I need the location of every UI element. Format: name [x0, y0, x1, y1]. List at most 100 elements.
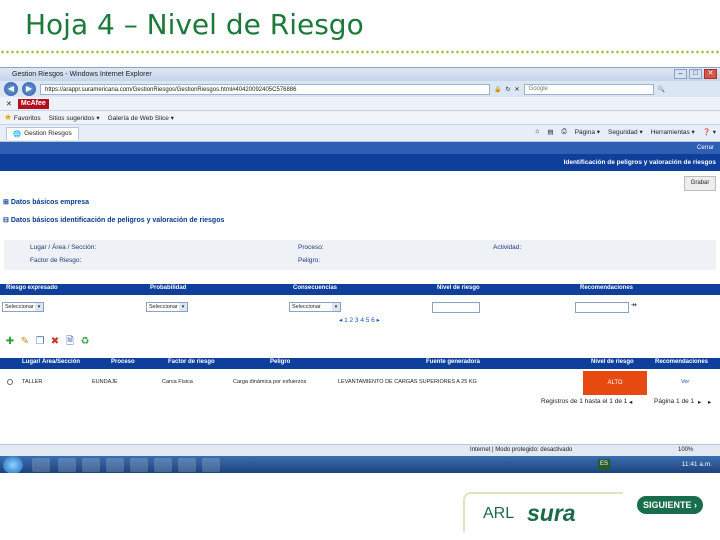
help-menu[interactable]: ❓ ▾ [703, 128, 716, 136]
arrow-icon[interactable]: ⇸ [631, 301, 637, 309]
taskbar-app-icon[interactable] [178, 458, 196, 472]
forward-icon[interactable]: ▶ [22, 82, 36, 96]
taskbar-app-icon[interactable] [154, 458, 172, 472]
url-input[interactable]: https://arappr.suramericana.com/GestionR… [40, 83, 490, 95]
place-label: Lugar / Área / Sección: [30, 244, 97, 251]
suggested-sites-link[interactable]: Sitios sugeridos ▾ [49, 114, 100, 122]
consequences-select[interactable]: Seleccionar ▾ [289, 302, 341, 312]
lock-icon[interactable]: 🔒 [494, 86, 501, 93]
browser-screenshot: Gestion Riesgos - Windows Internet Explo… [0, 67, 720, 473]
document-icon[interactable]: 🗎 [64, 336, 76, 348]
process-label: Proceso: [298, 244, 324, 251]
close-link[interactable]: Cerrar [697, 145, 714, 151]
tab-gestion-riesgos[interactable]: 🌐 Gestion Riesgos [6, 126, 79, 140]
cell-source: LEVANTAMIENTO DE CARGAS SUPERIORES A 25 … [338, 379, 477, 385]
grid-toolbar: ✚ ✎ ❐ ✖ 🗎 ♻ [4, 336, 91, 348]
edit-icon[interactable]: ✎ [19, 336, 31, 348]
taskbar: ES 11:41 a.m. [0, 456, 720, 473]
delete-icon[interactable]: ✖ [49, 336, 61, 348]
start-button[interactable] [3, 456, 23, 473]
recycle-icon[interactable]: ♻ [79, 336, 91, 348]
tools-menu[interactable]: Herramientas ▾ [651, 128, 695, 136]
row-radio[interactable] [7, 379, 13, 385]
command-bar: ⌂ ▤ ⎙ Página ▾ Seguridad ▾ Herramientas … [535, 128, 716, 136]
app-header-title: Identificación de peligros y valoración … [563, 159, 716, 166]
chevron-down-icon: ▾ [179, 303, 187, 311]
language-indicator[interactable]: ES [597, 459, 610, 470]
feeds-icon[interactable]: ▤ [547, 128, 553, 136]
minimize-icon[interactable]: – [674, 69, 687, 79]
window-controls: – □ ✕ [674, 69, 717, 79]
grid-col-risk-level: Nivel de riesgo [591, 359, 634, 365]
info-panel: Lugar / Área / Sección: Proceso: Activid… [4, 240, 716, 270]
star-icon: ★ [4, 112, 13, 122]
expressed-risk-header: Riesgo expresado [6, 285, 58, 291]
section-identification[interactable]: ⊟ Datos básicos identificación de peligr… [3, 216, 224, 224]
page-icon: 🌐 [13, 130, 22, 138]
maximize-icon[interactable]: □ [689, 69, 702, 79]
address-bar: ◀ ▶ https://arappr.suramericana.com/Gest… [0, 81, 720, 97]
probability-select[interactable]: Seleccionar ▾ [146, 302, 188, 312]
search-input[interactable]: Google [523, 83, 654, 95]
cell-process: EUNDAJE [92, 379, 118, 385]
favorites-button[interactable]: ★ Favoritos [4, 112, 41, 123]
grid-col-risk-factor: Factor de riesgo [168, 359, 215, 365]
taskbar-app-icon[interactable] [58, 458, 76, 472]
chevron-down-icon: ▾ [35, 303, 43, 311]
zoom-level[interactable]: 100% [678, 445, 693, 456]
grid-col-danger: Peligro [270, 359, 291, 365]
grid-col-process: Proceso [111, 359, 135, 365]
security-menu[interactable]: Seguridad ▾ [608, 128, 643, 136]
search-icon[interactable]: 🔍 [658, 86, 665, 93]
next-button[interactable]: SIGUIENTE › [637, 496, 703, 514]
cell-recommendations-link[interactable]: Ver [681, 379, 689, 385]
refresh-icon[interactable]: ↻ [505, 86, 510, 93]
chevron-down-icon: ▾ [332, 303, 340, 311]
taskbar-app-icon[interactable] [82, 458, 100, 472]
first-page-icon[interactable]: ◂ [629, 398, 632, 406]
taskbar-app-icon[interactable] [32, 458, 50, 472]
save-button[interactable]: Grabar [684, 176, 716, 191]
next-page-icon[interactable]: ▸ [698, 398, 701, 406]
cell-risk-factor: Carca Física [162, 379, 193, 385]
activity-label: Actividad: [493, 244, 522, 251]
risk-level-header: Nivel de riesgo [437, 285, 480, 291]
taskbar-clock[interactable]: 11:41 a.m. [682, 458, 712, 472]
stop-icon[interactable]: ✕ [515, 86, 520, 93]
page-indicator: Página 1 de 1 [654, 398, 695, 405]
home-icon[interactable]: ⌂ [535, 128, 539, 136]
cell-danger: Carga dinámica por esfuerzos [233, 379, 307, 385]
filter-header: Riesgo expresado Probabilidad Consecuenc… [0, 284, 720, 295]
taskbar-app-icon[interactable] [202, 458, 220, 472]
print-icon[interactable]: ⎙ [562, 128, 567, 136]
consequences-header: Consecuencias [293, 285, 338, 291]
pager[interactable]: ◂ 1 2 3 4 5 6 ▸ [339, 316, 380, 324]
close-toolbar-icon[interactable]: ✕ [6, 100, 12, 108]
risk-level-field[interactable] [432, 302, 480, 313]
probability-header: Probabilidad [150, 285, 187, 291]
close-icon[interactable]: ✕ [704, 69, 717, 79]
window-title: Gestion Riesgos - Windows Internet Explo… [12, 71, 152, 78]
app-topbar: Cerrar [0, 142, 720, 154]
taskbar-app-icon[interactable] [130, 458, 148, 472]
status-bar: Internet | Modo protegido: desactivado 1… [0, 444, 720, 456]
taskbar-app-icon[interactable] [106, 458, 124, 472]
copy-icon[interactable]: ❐ [34, 336, 46, 348]
web-slice-link[interactable]: Galería de Web Slice ▾ [108, 114, 174, 122]
table-row[interactable]: TALLER EUNDAJE Carca Física Carga dinámi… [0, 371, 720, 395]
expressed-risk-select[interactable]: Seleccionar ▾ [2, 302, 44, 312]
cell-risk-level: ALTO [583, 371, 647, 395]
mcafee-button[interactable]: McAfee [17, 98, 49, 109]
tab-bar: 🌐 Gestion Riesgos ⌂ ▤ ⎙ Página ▾ Segurid… [0, 125, 720, 142]
risk-factor-label: Factor de Riesgo: [30, 257, 82, 264]
recommendations-field[interactable] [575, 302, 629, 313]
back-icon[interactable]: ◀ [4, 82, 18, 96]
section-company[interactable]: ⊞ Datos básicos empresa [3, 198, 89, 206]
status-text: Internet | Modo protegido: desactivado [470, 447, 573, 453]
grid-col-source: Fuente generadora [426, 359, 481, 365]
last-page-icon[interactable]: ▸ [708, 398, 711, 406]
page-menu[interactable]: Página ▾ [575, 128, 600, 136]
grid-col-place: Lugar/ Área/Sección [22, 359, 81, 365]
dotted-divider [0, 50, 720, 54]
add-icon[interactable]: ✚ [4, 336, 16, 348]
